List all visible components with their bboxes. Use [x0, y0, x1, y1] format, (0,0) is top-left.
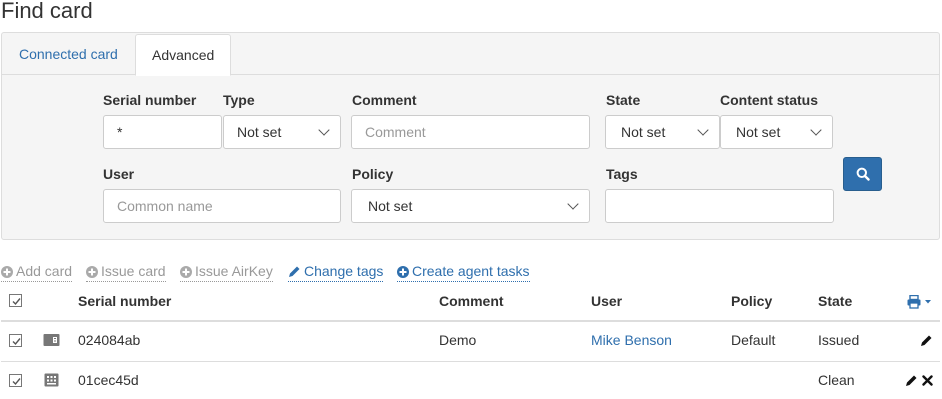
state-cell: Issued: [818, 332, 860, 348]
policy-label: Policy: [352, 166, 394, 182]
type-label: Type: [223, 92, 255, 108]
serial-number-cell: 01cec45d: [78, 372, 139, 388]
printer-icon: [907, 294, 931, 309]
print-menu-button[interactable]: [907, 294, 933, 312]
edit-button[interactable]: [905, 374, 918, 387]
pencil-icon: [289, 266, 300, 277]
virtual-card-icon: [44, 373, 59, 387]
row-divider: [1, 361, 940, 362]
state-select-value: Not set: [621, 124, 666, 140]
table-header-divider: [1, 320, 940, 322]
change-tags-button[interactable]: Change tags: [288, 262, 384, 282]
user-label: User: [103, 166, 135, 182]
content-status-label: Content status: [720, 92, 818, 108]
tab-connected-card[interactable]: Connected card: [3, 34, 134, 75]
tab-bar: Connected card Advanced: [2, 33, 939, 76]
serial-number-input[interactable]: *: [103, 115, 222, 149]
plus-circle-icon: [397, 266, 409, 278]
delete-button[interactable]: [922, 375, 933, 386]
type-select-value: Not set: [237, 124, 282, 140]
chevron-down-icon: [810, 124, 822, 136]
search-icon: [856, 167, 870, 181]
plus-circle-icon: [86, 266, 98, 278]
row-checkbox[interactable]: [9, 374, 22, 387]
user-link[interactable]: Mike Benson: [591, 332, 672, 348]
comment-label: Comment: [352, 92, 417, 108]
edit-button[interactable]: [920, 334, 933, 347]
issue-card-button[interactable]: Issue card: [86, 262, 166, 282]
change-tags-label: Change tags: [304, 263, 384, 279]
column-user[interactable]: User: [591, 293, 622, 309]
smart-card-reader-icon: [43, 334, 60, 346]
plus-circle-icon: [180, 266, 192, 278]
checkmark-icon: [12, 298, 21, 306]
page-title: Find card: [1, 0, 93, 23]
create-agent-tasks-label: Create agent tasks: [412, 263, 530, 279]
state-label: State: [606, 92, 641, 108]
tags-input[interactable]: [605, 189, 834, 223]
tags-label: Tags: [606, 166, 638, 182]
tab-advanced[interactable]: Advanced: [135, 34, 232, 76]
issue-card-label: Issue card: [101, 263, 166, 279]
policy-cell: Default: [731, 332, 776, 348]
column-policy[interactable]: Policy: [731, 293, 772, 309]
search-button[interactable]: [843, 157, 882, 191]
column-comment[interactable]: Comment: [439, 293, 504, 309]
comment-cell: Demo: [439, 332, 477, 348]
column-serial-number[interactable]: Serial number: [78, 293, 171, 309]
policy-select-value: Not set: [368, 198, 413, 214]
chevron-down-icon: [567, 198, 579, 210]
content-status-select[interactable]: Not set: [720, 115, 833, 149]
user-input[interactable]: Common name: [103, 189, 341, 223]
chevron-down-icon: [318, 124, 330, 136]
state-select[interactable]: Not set: [605, 115, 720, 149]
create-agent-tasks-button[interactable]: Create agent tasks: [397, 262, 530, 282]
content-status-select-value: Not set: [736, 124, 781, 140]
add-card-button[interactable]: Add card: [1, 262, 73, 282]
issue-airkey-button[interactable]: Issue AirKey: [180, 262, 273, 282]
plus-circle-icon: [1, 266, 13, 278]
policy-select[interactable]: Not set: [351, 189, 590, 223]
checkmark-icon: [12, 338, 21, 346]
column-state[interactable]: State: [818, 293, 852, 309]
add-card-label: Add card: [16, 263, 73, 279]
row-checkbox[interactable]: [9, 334, 22, 347]
issue-airkey-label: Issue AirKey: [195, 263, 273, 279]
state-cell: Clean: [818, 372, 855, 388]
chevron-down-icon: [697, 124, 709, 136]
serial-number-cell: 024084ab: [78, 332, 141, 348]
serial-number-label: Serial number: [103, 92, 197, 108]
type-select[interactable]: Not set: [223, 115, 341, 149]
comment-input[interactable]: Comment: [351, 115, 590, 149]
select-all-checkbox[interactable]: [9, 294, 22, 307]
checkmark-icon: [12, 378, 21, 386]
